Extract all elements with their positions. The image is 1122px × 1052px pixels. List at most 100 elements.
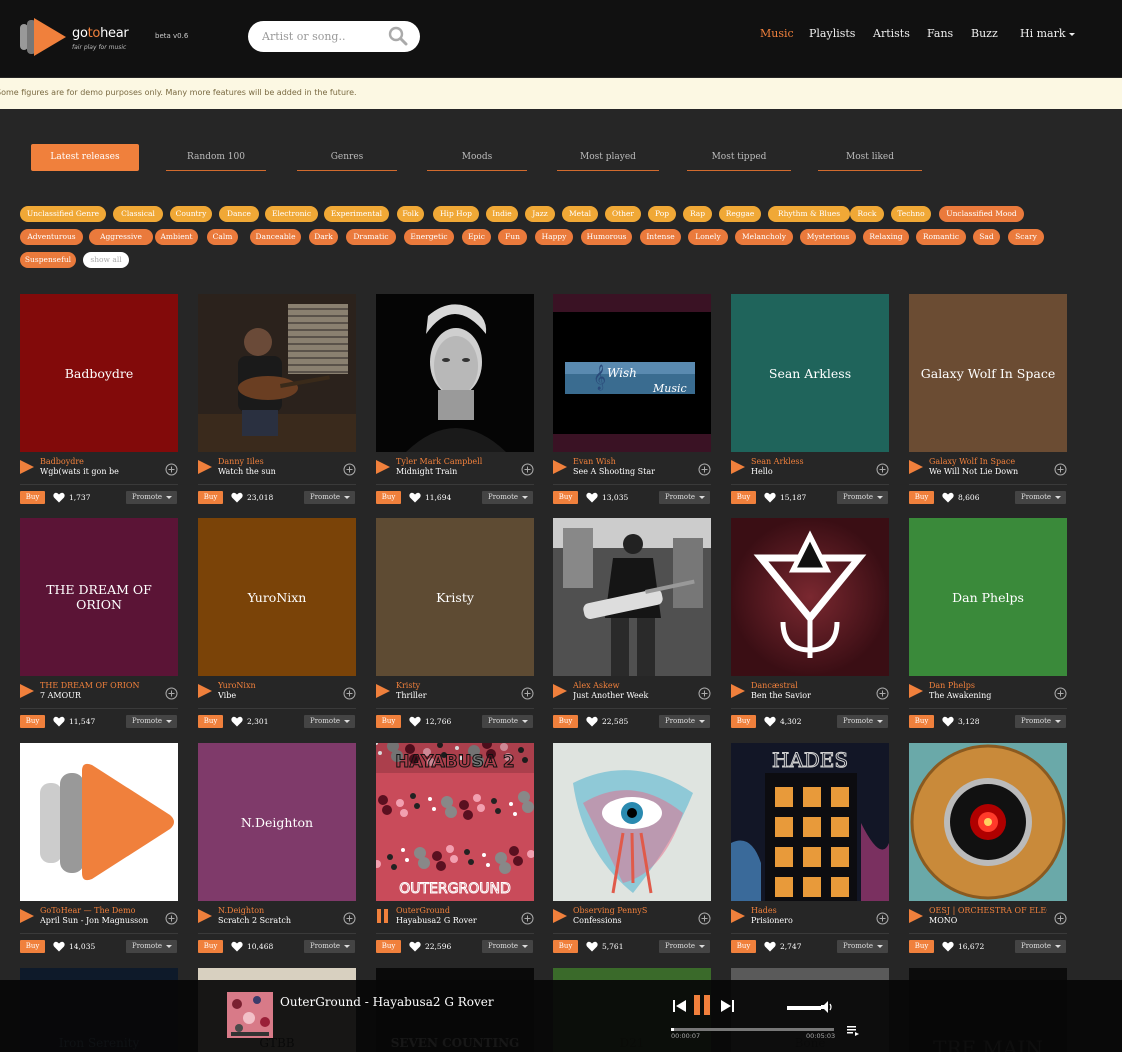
play-icon[interactable]: [376, 683, 390, 699]
heart-icon[interactable]: [764, 941, 776, 952]
track-title-link[interactable]: Confessions: [573, 916, 691, 925]
buy-button[interactable]: Buy: [20, 715, 45, 728]
tab-most-tipped[interactable]: Most tipped: [687, 144, 791, 171]
genre-tag[interactable]: Metal: [562, 206, 598, 222]
artist-name-link[interactable]: YuroNixn: [218, 681, 336, 690]
genre-tag[interactable]: Electronic: [265, 206, 318, 222]
add-to-playlist-icon[interactable]: [521, 463, 534, 476]
track-title-link[interactable]: Hayabusa2 G Rover: [396, 916, 514, 925]
mood-tag[interactable]: Ambient: [155, 229, 198, 245]
buy-button[interactable]: Buy: [198, 491, 223, 504]
genre-tag[interactable]: Jazz: [525, 206, 555, 222]
mood-tag[interactable]: Suspenseful: [20, 252, 76, 268]
genre-tag[interactable]: Other: [605, 206, 641, 222]
artist-name-link[interactable]: OuterGround: [396, 906, 514, 915]
play-icon[interactable]: [198, 459, 212, 475]
artist-name-link[interactable]: GoToHear — The Demo: [40, 906, 158, 915]
album-cover[interactable]: N.Deighton: [198, 743, 356, 901]
track-title-link[interactable]: Thriller: [396, 691, 514, 700]
genre-tag[interactable]: Rap: [683, 206, 712, 222]
mood-tag[interactable]: Intense: [640, 229, 681, 245]
artist-name-link[interactable]: Evan Wish: [573, 457, 691, 466]
add-to-playlist-icon[interactable]: [698, 687, 711, 700]
nav-artists[interactable]: Artists: [873, 27, 910, 40]
buy-button[interactable]: Buy: [198, 715, 223, 728]
add-to-playlist-icon[interactable]: [1054, 463, 1067, 476]
artist-name-link[interactable]: Alex Askew: [573, 681, 691, 690]
track-title-link[interactable]: See A Shooting Star: [573, 467, 691, 476]
artist-name-link[interactable]: Sean Arkless: [751, 457, 869, 466]
artist-name-link[interactable]: Dan Phelps: [929, 681, 1047, 690]
heart-icon[interactable]: [586, 941, 598, 952]
buy-button[interactable]: Buy: [909, 940, 934, 953]
promote-dropdown[interactable]: Promote: [837, 491, 888, 504]
playlist-queue-icon[interactable]: [847, 1026, 859, 1036]
heart-icon[interactable]: [53, 716, 65, 727]
heart-icon[interactable]: [409, 492, 421, 503]
heart-icon[interactable]: [764, 492, 776, 503]
album-cover[interactable]: Sean Arkless: [731, 294, 889, 452]
promote-dropdown[interactable]: Promote: [126, 491, 177, 504]
tab-random-100[interactable]: Random 100: [166, 144, 266, 171]
search-icon[interactable]: [388, 26, 408, 46]
user-menu[interactable]: Hi mark: [1020, 27, 1075, 40]
buy-button[interactable]: Buy: [731, 940, 756, 953]
promote-dropdown[interactable]: Promote: [304, 715, 355, 728]
genre-tag[interactable]: Folk: [397, 206, 424, 222]
volume-slider[interactable]: [787, 1006, 821, 1010]
buy-button[interactable]: Buy: [376, 940, 401, 953]
buy-button[interactable]: Buy: [909, 715, 934, 728]
album-cover[interactable]: [20, 743, 178, 901]
add-to-playlist-icon[interactable]: [165, 463, 178, 476]
heart-icon[interactable]: [764, 716, 776, 727]
mood-tag[interactable]: Dramatic: [346, 229, 396, 245]
add-to-playlist-icon[interactable]: [165, 912, 178, 925]
heart-icon[interactable]: [409, 716, 421, 727]
play-icon[interactable]: [731, 683, 745, 699]
heart-icon[interactable]: [942, 492, 954, 503]
track-title-link[interactable]: Midnight Train: [396, 467, 514, 476]
add-to-playlist-icon[interactable]: [343, 687, 356, 700]
mood-tag[interactable]: Epic: [462, 229, 491, 245]
genre-tag[interactable]: Dance: [219, 206, 259, 222]
artist-name-link[interactable]: Danny Iiles: [218, 457, 336, 466]
buy-button[interactable]: Buy: [20, 940, 45, 953]
track-title-link[interactable]: MONO: [929, 916, 1047, 925]
promote-dropdown[interactable]: Promote: [304, 940, 355, 953]
genre-tag[interactable]: Rock: [850, 206, 884, 222]
nav-music[interactable]: Music: [760, 27, 794, 40]
nav-playlists[interactable]: Playlists: [809, 27, 855, 40]
track-title-link[interactable]: We Will Not Lie Down: [929, 467, 1047, 476]
buy-button[interactable]: Buy: [731, 715, 756, 728]
buy-button[interactable]: Buy: [731, 491, 756, 504]
play-icon[interactable]: [909, 459, 923, 475]
album-cover[interactable]: [553, 518, 711, 676]
tab-latest-releases[interactable]: Latest releases: [31, 144, 139, 171]
album-cover[interactable]: Dan Phelps: [909, 518, 1067, 676]
mood-tag[interactable]: Danceable: [250, 229, 301, 245]
album-cover[interactable]: HAYABUSA 2 OUTERGROUND: [376, 743, 534, 901]
buy-button[interactable]: Buy: [553, 940, 578, 953]
heart-icon[interactable]: [942, 716, 954, 727]
genre-tag[interactable]: Hip Hop: [433, 206, 479, 222]
artist-name-link[interactable]: THE DREAM OF ORION: [40, 681, 158, 690]
promote-dropdown[interactable]: Promote: [837, 715, 888, 728]
play-icon[interactable]: [909, 908, 923, 924]
buy-button[interactable]: Buy: [20, 491, 45, 504]
mood-tag[interactable]: Romantic: [916, 229, 966, 245]
album-cover[interactable]: Kristy: [376, 518, 534, 676]
search-input[interactable]: [262, 27, 382, 46]
artist-name-link[interactable]: Dancæstral: [751, 681, 869, 690]
play-icon[interactable]: [553, 908, 567, 924]
album-cover[interactable]: [376, 294, 534, 452]
buy-button[interactable]: Buy: [553, 715, 578, 728]
show-all-tags-button[interactable]: show all: [83, 252, 129, 268]
mood-tag[interactable]: Adventurous: [20, 229, 83, 245]
mood-tag[interactable]: Relaxing: [863, 229, 909, 245]
album-cover[interactable]: [198, 294, 356, 452]
nav-fans[interactable]: Fans: [927, 27, 953, 40]
artist-name-link[interactable]: Hades: [751, 906, 869, 915]
promote-dropdown[interactable]: Promote: [659, 940, 710, 953]
track-title-link[interactable]: 7 AMOUR: [40, 691, 158, 700]
genre-tag[interactable]: Classical: [113, 206, 163, 222]
